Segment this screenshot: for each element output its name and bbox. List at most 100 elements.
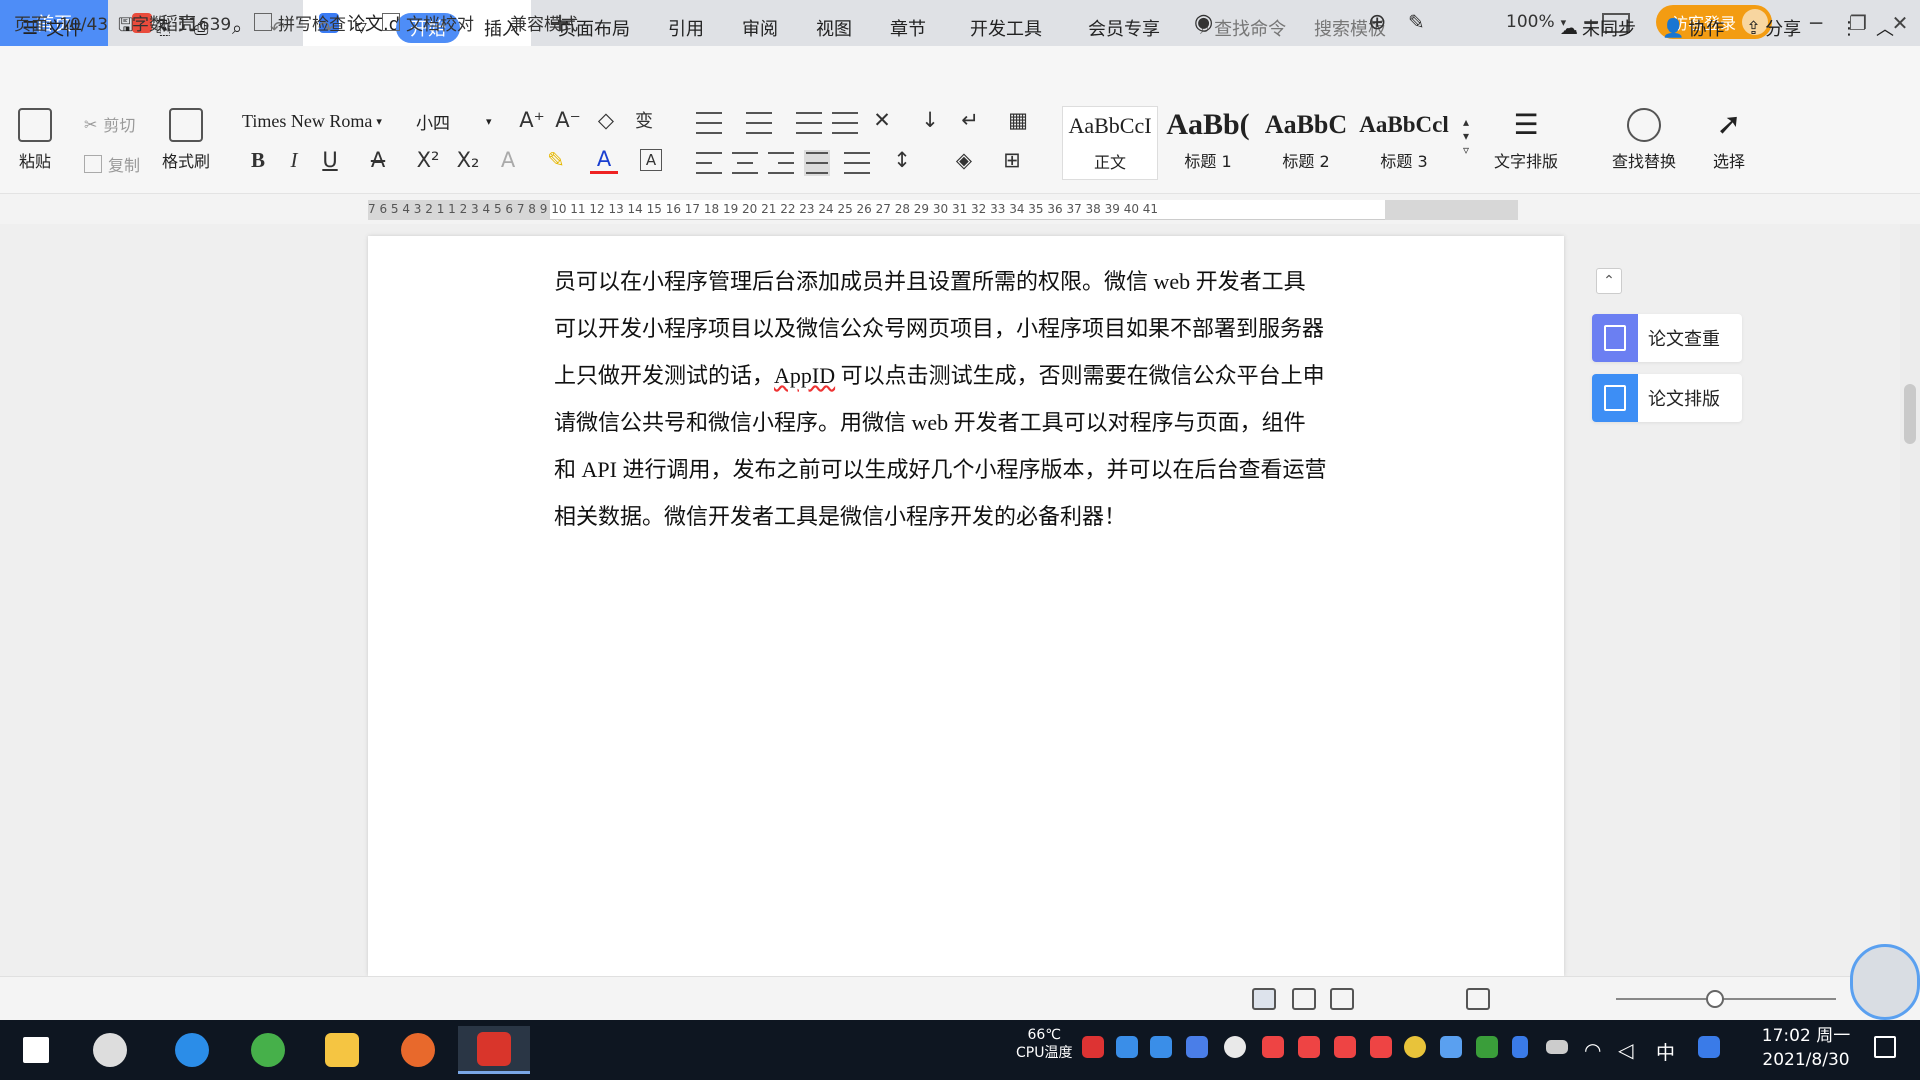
tray-app-icon[interactable] <box>1440 1036 1462 1058</box>
bluetooth-icon[interactable] <box>1512 1036 1528 1058</box>
text-layout-button[interactable]: ☰ 文字排版 <box>1494 108 1558 172</box>
font-family-select[interactable]: Times New Roma ▾ <box>236 106 408 136</box>
mascot-app-icon[interactable] <box>394 1026 442 1074</box>
show-marks-icon[interactable]: ↵ <box>956 106 984 134</box>
align-right-icon[interactable] <box>768 152 794 174</box>
tray-app-icon[interactable] <box>1404 1036 1426 1058</box>
styles-scroll-icon[interactable]: ▴ ▾ ▿ <box>1452 108 1480 164</box>
minimize-button[interactable]: ─ <box>1796 0 1836 46</box>
outline-view-icon[interactable] <box>1292 988 1316 1010</box>
read-view-icon[interactable] <box>1330 988 1354 1010</box>
ruler-toggle-icon[interactable]: ▦ <box>1004 106 1032 134</box>
more-icon[interactable]: ⋮ <box>1840 8 1858 48</box>
phonetic-icon[interactable]: 变 <box>630 106 658 134</box>
paste-button[interactable]: 粘贴 <box>18 108 52 172</box>
browser-360-icon[interactable] <box>244 1026 292 1074</box>
char-border-icon[interactable]: A <box>640 149 662 171</box>
fit-page-icon[interactable] <box>1466 988 1490 1010</box>
menu-reference[interactable]: 引用 <box>668 8 704 48</box>
italic-icon[interactable]: I <box>280 146 308 174</box>
wps-taskbar-icon[interactable] <box>458 1026 530 1074</box>
doc-proof-button[interactable]: 文档校对 <box>382 0 474 44</box>
bell-icon[interactable] <box>1224 1036 1246 1058</box>
numbered-list-icon[interactable] <box>746 112 772 134</box>
subscript-icon[interactable]: X₂ <box>454 146 482 174</box>
copy-button[interactable]: 复制 <box>84 152 140 176</box>
ime-indicator[interactable]: 中 <box>1656 1038 1675 1065</box>
format-painter-button[interactable]: 格式刷 <box>162 108 210 172</box>
word-count[interactable]: 字数: 11639 <box>132 0 231 44</box>
qq-icon[interactable] <box>1370 1036 1392 1058</box>
collab-button[interactable]: 👤 协作 <box>1662 8 1724 48</box>
file-explorer-icon[interactable] <box>318 1026 366 1074</box>
battery-icon[interactable] <box>1546 1040 1568 1054</box>
wifi-icon[interactable]: ◠ <box>1584 1038 1601 1062</box>
decrease-indent-icon[interactable] <box>796 112 822 134</box>
scrollbar-thumb[interactable] <box>1904 384 1916 444</box>
zoom-out-button[interactable]: − <box>1582 0 1600 44</box>
sort-icon[interactable]: ↓ <box>916 106 944 134</box>
horizontal-ruler[interactable]: 7 6 5 4 3 2 1 1 2 3 4 5 6 7 8 9 10 11 12… <box>0 198 1920 224</box>
ie-browser-icon[interactable] <box>168 1026 216 1074</box>
menu-chapter[interactable]: 章节 <box>890 8 926 48</box>
panel-collapse-button[interactable]: ⌃ <box>1596 268 1622 294</box>
justify-icon[interactable] <box>804 150 830 176</box>
style-heading3[interactable]: AaBbCcl 标题 3 <box>1356 106 1452 180</box>
style-heading2[interactable]: AaBbC 标题 2 <box>1258 106 1354 180</box>
spell-check-button[interactable]: 拼写检查 <box>254 0 346 44</box>
pinwheel-app-icon[interactable] <box>86 1026 134 1074</box>
font-size-select[interactable]: 小四 ▾ <box>412 106 508 136</box>
tray-app-icon[interactable] <box>1150 1036 1172 1058</box>
bullet-list-icon[interactable] <box>696 112 722 134</box>
eye-protect-icon[interactable]: ◉ <box>1194 0 1213 44</box>
document-paragraph[interactable]: 员可以在小程序管理后台添加成员并且设置所需的权限。微信 web 开发者工具 可以… <box>554 258 1384 540</box>
tray-app-icon[interactable] <box>1698 1036 1720 1058</box>
style-normal[interactable]: AaBbCcI 正文 <box>1062 106 1158 180</box>
qq-icon[interactable] <box>1298 1036 1320 1058</box>
thesis-check-button[interactable]: 论文查重 <box>1592 314 1742 362</box>
system-clock[interactable]: 17:02 周一 2021/8/30 <box>1744 1024 1868 1076</box>
action-center-icon[interactable] <box>1874 1036 1896 1058</box>
tray-app-icon[interactable] <box>1116 1036 1138 1058</box>
tray-app-icon[interactable] <box>1082 1036 1104 1058</box>
clear-format-icon[interactable]: ◇ <box>592 106 620 134</box>
page-view-icon[interactable] <box>1252 988 1276 1010</box>
volume-icon[interactable]: ◁ <box>1618 1038 1633 1062</box>
borders-icon[interactable]: ⊞ <box>998 146 1026 174</box>
shrink-font-icon[interactable]: A⁻ <box>554 106 582 134</box>
qq-icon[interactable] <box>1334 1036 1356 1058</box>
page-indicator[interactable]: 页面: 10/43 <box>14 0 108 44</box>
font-color-icon[interactable]: A <box>590 146 618 174</box>
distribute-icon[interactable] <box>844 152 870 174</box>
print-preview-icon[interactable]: ⌕ <box>232 8 242 48</box>
line-spacing-icon[interactable]: ↕ <box>888 146 916 174</box>
highlight-icon[interactable]: ✎ <box>542 146 570 174</box>
strikethrough-icon[interactable]: A <box>364 146 392 174</box>
underline-icon[interactable]: U <box>316 146 344 174</box>
thesis-typeset-button[interactable]: 论文排版 <box>1592 374 1742 422</box>
menu-review[interactable]: 审阅 <box>742 8 778 48</box>
chinese-layout-icon[interactable]: ✕ <box>868 106 896 134</box>
shading-icon[interactable]: ◈ <box>950 146 978 174</box>
bold-icon[interactable]: B <box>244 146 272 174</box>
superscript-icon[interactable]: X² <box>414 146 442 174</box>
quick-access-dropdown-icon[interactable]: ▽ <box>356 8 367 48</box>
web-view-icon[interactable]: ⊕ <box>1368 0 1386 44</box>
align-left-icon[interactable] <box>696 152 722 174</box>
shield-icon[interactable] <box>1186 1036 1208 1058</box>
align-center-icon[interactable] <box>732 152 758 174</box>
zoom-slider-knob[interactable] <box>1706 990 1724 1008</box>
menu-member[interactable]: 会员专享 <box>1088 8 1160 48</box>
write-mode-icon[interactable]: ✎ <box>1408 0 1425 44</box>
nvidia-icon[interactable] <box>1476 1036 1498 1058</box>
zoom-level[interactable]: 100% ▾ <box>1506 0 1566 44</box>
grow-font-icon[interactable]: A⁺ <box>518 106 546 134</box>
qq-icon[interactable] <box>1262 1036 1284 1058</box>
cpu-temperature[interactable]: 66℃ CPU温度 <box>1016 1026 1072 1062</box>
menu-view[interactable]: 视图 <box>816 8 852 48</box>
zoom-slider-track[interactable] <box>1616 998 1836 1000</box>
increase-indent-icon[interactable] <box>832 112 858 134</box>
menu-devtools[interactable]: 开发工具 <box>970 8 1042 48</box>
text-effect-icon[interactable]: A <box>494 146 522 174</box>
style-heading1[interactable]: AaBb(标题 1 <box>1160 106 1256 180</box>
